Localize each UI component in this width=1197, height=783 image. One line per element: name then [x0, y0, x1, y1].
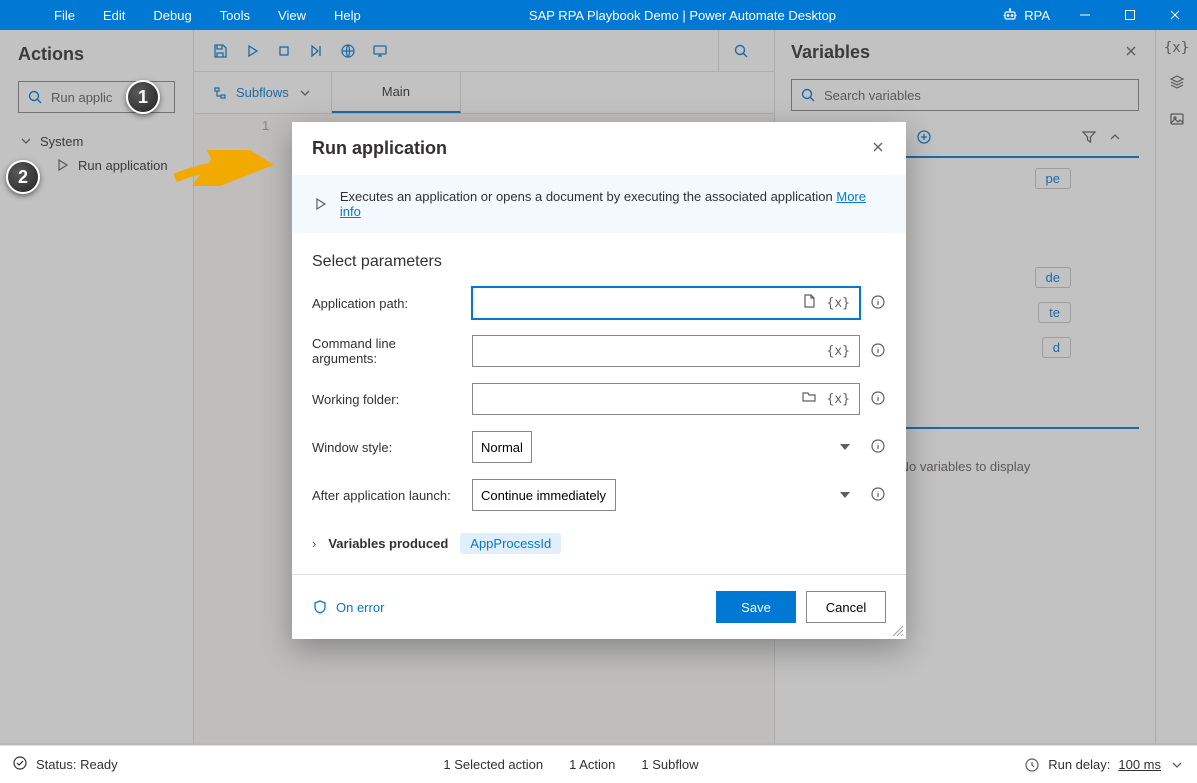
after-launch-select[interactable]: Continue immediately	[472, 479, 616, 511]
info-icon	[870, 342, 886, 358]
app-path-label: Application path:	[312, 296, 462, 311]
after-launch-info[interactable]	[870, 486, 886, 505]
window-style-info[interactable]	[870, 438, 886, 457]
menu-help[interactable]: Help	[320, 8, 375, 23]
run-delay-label: Run delay:	[1048, 757, 1110, 772]
info-icon	[870, 390, 886, 406]
window-maximize[interactable]	[1107, 0, 1152, 30]
menu-file[interactable]: File	[40, 8, 89, 23]
folder-picker-icon[interactable]	[798, 389, 820, 409]
window-style-select[interactable]: Normal	[472, 431, 532, 463]
menu-debug[interactable]: Debug	[139, 8, 205, 23]
window-style-label: Window style:	[312, 440, 462, 455]
run-application-dialog: Run application Executes an application …	[292, 122, 906, 639]
cmd-args-info[interactable]	[870, 342, 886, 361]
status-text: Status: Ready	[36, 757, 118, 772]
cmd-args-label: Command line arguments:	[312, 336, 462, 366]
window-close[interactable]	[1152, 0, 1197, 30]
rpa-indicator[interactable]: RPA	[990, 7, 1062, 23]
title-bar: File Edit Debug Tools View Help SAP RPA …	[0, 0, 1197, 30]
dialog-title: Run application	[312, 138, 870, 159]
app-path-field[interactable]: {x}	[472, 287, 860, 319]
save-button[interactable]: Save	[716, 591, 796, 623]
bot-icon	[1002, 7, 1018, 23]
dialog-section-header: Select parameters	[292, 233, 906, 279]
window-title: SAP RPA Playbook Demo | Power Automate D…	[375, 8, 991, 23]
status-bar: Status: Ready 1 Selected action 1 Action…	[0, 745, 1197, 783]
cancel-button[interactable]: Cancel	[806, 591, 886, 623]
dialog-close[interactable]	[870, 139, 886, 158]
cmd-args-field[interactable]: {x}	[472, 335, 860, 367]
status-actions: 1 Action	[569, 757, 615, 772]
chevron-down-icon[interactable]	[1169, 757, 1185, 773]
check-circle-icon	[12, 755, 28, 771]
info-icon	[870, 294, 886, 310]
variable-picker-icon[interactable]: {x}	[824, 392, 853, 407]
callout-1: 1	[126, 80, 160, 114]
working-folder-input[interactable]	[479, 392, 794, 407]
run-delay-value[interactable]: 100 ms	[1118, 757, 1161, 772]
clock-icon	[1024, 757, 1040, 773]
working-folder-field[interactable]: {x}	[472, 383, 860, 415]
cmd-args-input[interactable]	[479, 344, 820, 359]
close-icon	[870, 139, 886, 155]
dialog-resize-handle[interactable]	[892, 625, 904, 637]
menu-bar: File Edit Debug Tools View Help	[0, 8, 375, 23]
on-error-button[interactable]: On error	[312, 599, 384, 615]
variable-picker-icon[interactable]: {x}	[824, 296, 853, 311]
info-icon	[870, 486, 886, 502]
file-picker-icon[interactable]	[798, 293, 820, 313]
shield-icon	[312, 599, 328, 615]
menu-edit[interactable]: Edit	[89, 8, 139, 23]
annotation-arrow	[170, 150, 280, 186]
status-subflows: 1 Subflow	[641, 757, 698, 772]
produced-variable-chip[interactable]: AppProcessId	[460, 533, 561, 554]
variables-produced[interactable]: › Variables produced AppProcessId	[292, 519, 906, 574]
status-selected: 1 Selected action	[443, 757, 543, 772]
menu-view[interactable]: View	[264, 8, 320, 23]
chevron-right-icon: ›	[312, 536, 316, 551]
after-launch-label: After application launch:	[312, 488, 462, 503]
window-minimize[interactable]	[1062, 0, 1107, 30]
play-icon	[312, 196, 328, 212]
app-path-info[interactable]	[870, 294, 886, 313]
dialog-description: Executes an application or opens a docum…	[292, 175, 906, 233]
working-folder-info[interactable]	[870, 390, 886, 409]
working-folder-label: Working folder:	[312, 392, 462, 407]
variable-picker-icon[interactable]: {x}	[824, 344, 853, 359]
status-ready-icon	[12, 755, 28, 774]
callout-2: 2	[6, 160, 40, 194]
menu-tools[interactable]: Tools	[206, 8, 264, 23]
app-path-input[interactable]	[479, 296, 794, 311]
info-icon	[870, 438, 886, 454]
